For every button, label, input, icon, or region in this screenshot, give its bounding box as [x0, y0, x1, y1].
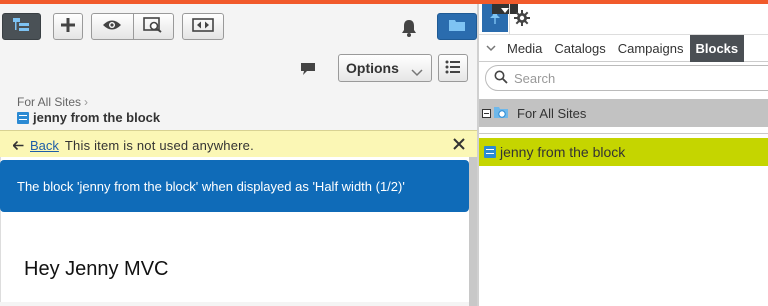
- tab-blocks[interactable]: Blocks: [689, 34, 745, 62]
- compare-icon: [192, 18, 214, 35]
- banner-text: The block 'jenny from the block' when di…: [17, 178, 405, 194]
- back-link[interactable]: Back: [30, 138, 59, 153]
- assets-pane-header: [479, 4, 768, 34]
- tab-media[interactable]: Media: [501, 35, 548, 62]
- close-icon[interactable]: [453, 137, 465, 155]
- tab-catalogs[interactable]: Catalogs: [548, 35, 611, 62]
- view-settings-button[interactable]: [132, 14, 174, 39]
- tab-campaigns[interactable]: Campaigns: [612, 35, 690, 62]
- preview-icon: [143, 17, 163, 36]
- gear-icon: [514, 9, 530, 29]
- tree-root-node[interactable]: For All Sites: [479, 99, 768, 127]
- list-view-button[interactable]: [438, 54, 468, 82]
- block-icon: [17, 111, 29, 124]
- compare-button[interactable]: [182, 13, 224, 40]
- chevron-down-icon: [411, 64, 423, 80]
- list-icon: [444, 58, 462, 79]
- collapse-toggle-icon[interactable]: [482, 108, 491, 118]
- tree-item-label: jenny from the block: [500, 144, 626, 160]
- settings-button[interactable]: [511, 8, 533, 30]
- preview-toggle-button[interactable]: [92, 14, 133, 39]
- vertical-scrollbar[interactable]: [469, 157, 477, 306]
- block-heading: Hey Jenny MVC: [24, 258, 169, 280]
- page-title-text: jenny from the block: [33, 110, 161, 125]
- eye-icon: [102, 19, 122, 34]
- block-icon: [484, 146, 496, 158]
- page-title: jenny from the block: [17, 110, 160, 125]
- add-button[interactable]: [53, 13, 83, 40]
- options-row: Options: [0, 52, 477, 88]
- arrow-left-icon: [12, 138, 24, 153]
- navigation-pane-toggle-button[interactable]: [2, 13, 41, 40]
- view-mode-group: [91, 13, 174, 40]
- assets-tabs: Media Catalogs Campaigns Blocks: [479, 34, 768, 62]
- comment-icon[interactable]: [300, 62, 316, 79]
- search-icon: [494, 70, 508, 87]
- header-divider: [509, 4, 510, 34]
- notice-message: This item is not used anywhere.: [64, 138, 254, 153]
- tree-root-label: For All Sites: [517, 105, 587, 121]
- bell-icon[interactable]: [399, 18, 419, 38]
- tree-item-jenny-from-the-block[interactable]: jenny from the block: [479, 138, 768, 166]
- search-placeholder: Search: [514, 70, 556, 86]
- search-input[interactable]: Search: [485, 65, 768, 91]
- options-button[interactable]: Options: [338, 54, 432, 82]
- tree-toggle-icon: [12, 18, 31, 35]
- collapse-chevron-icon[interactable]: [481, 44, 501, 52]
- breadcrumb: For All Sites ›: [17, 95, 88, 109]
- app-root: Options For All Sites › jenny from the bl…: [0, 0, 768, 306]
- main-toolbar: [0, 4, 477, 48]
- breadcrumb-separator: ›: [84, 95, 89, 109]
- options-label: Options: [346, 60, 399, 76]
- breadcrumb-parent-link[interactable]: For All Sites: [17, 95, 81, 109]
- assets-pane-toggle-button[interactable]: [437, 13, 477, 40]
- globe-folder-icon: [493, 105, 509, 122]
- plus-icon: [61, 18, 75, 35]
- tree-separator: [479, 133, 768, 134]
- assets-pane: Media Catalogs Campaigns Blocks Search F…: [479, 4, 768, 306]
- display-option-banner: The block 'jenny from the block' when di…: [0, 160, 469, 212]
- folder-icon: [448, 18, 466, 35]
